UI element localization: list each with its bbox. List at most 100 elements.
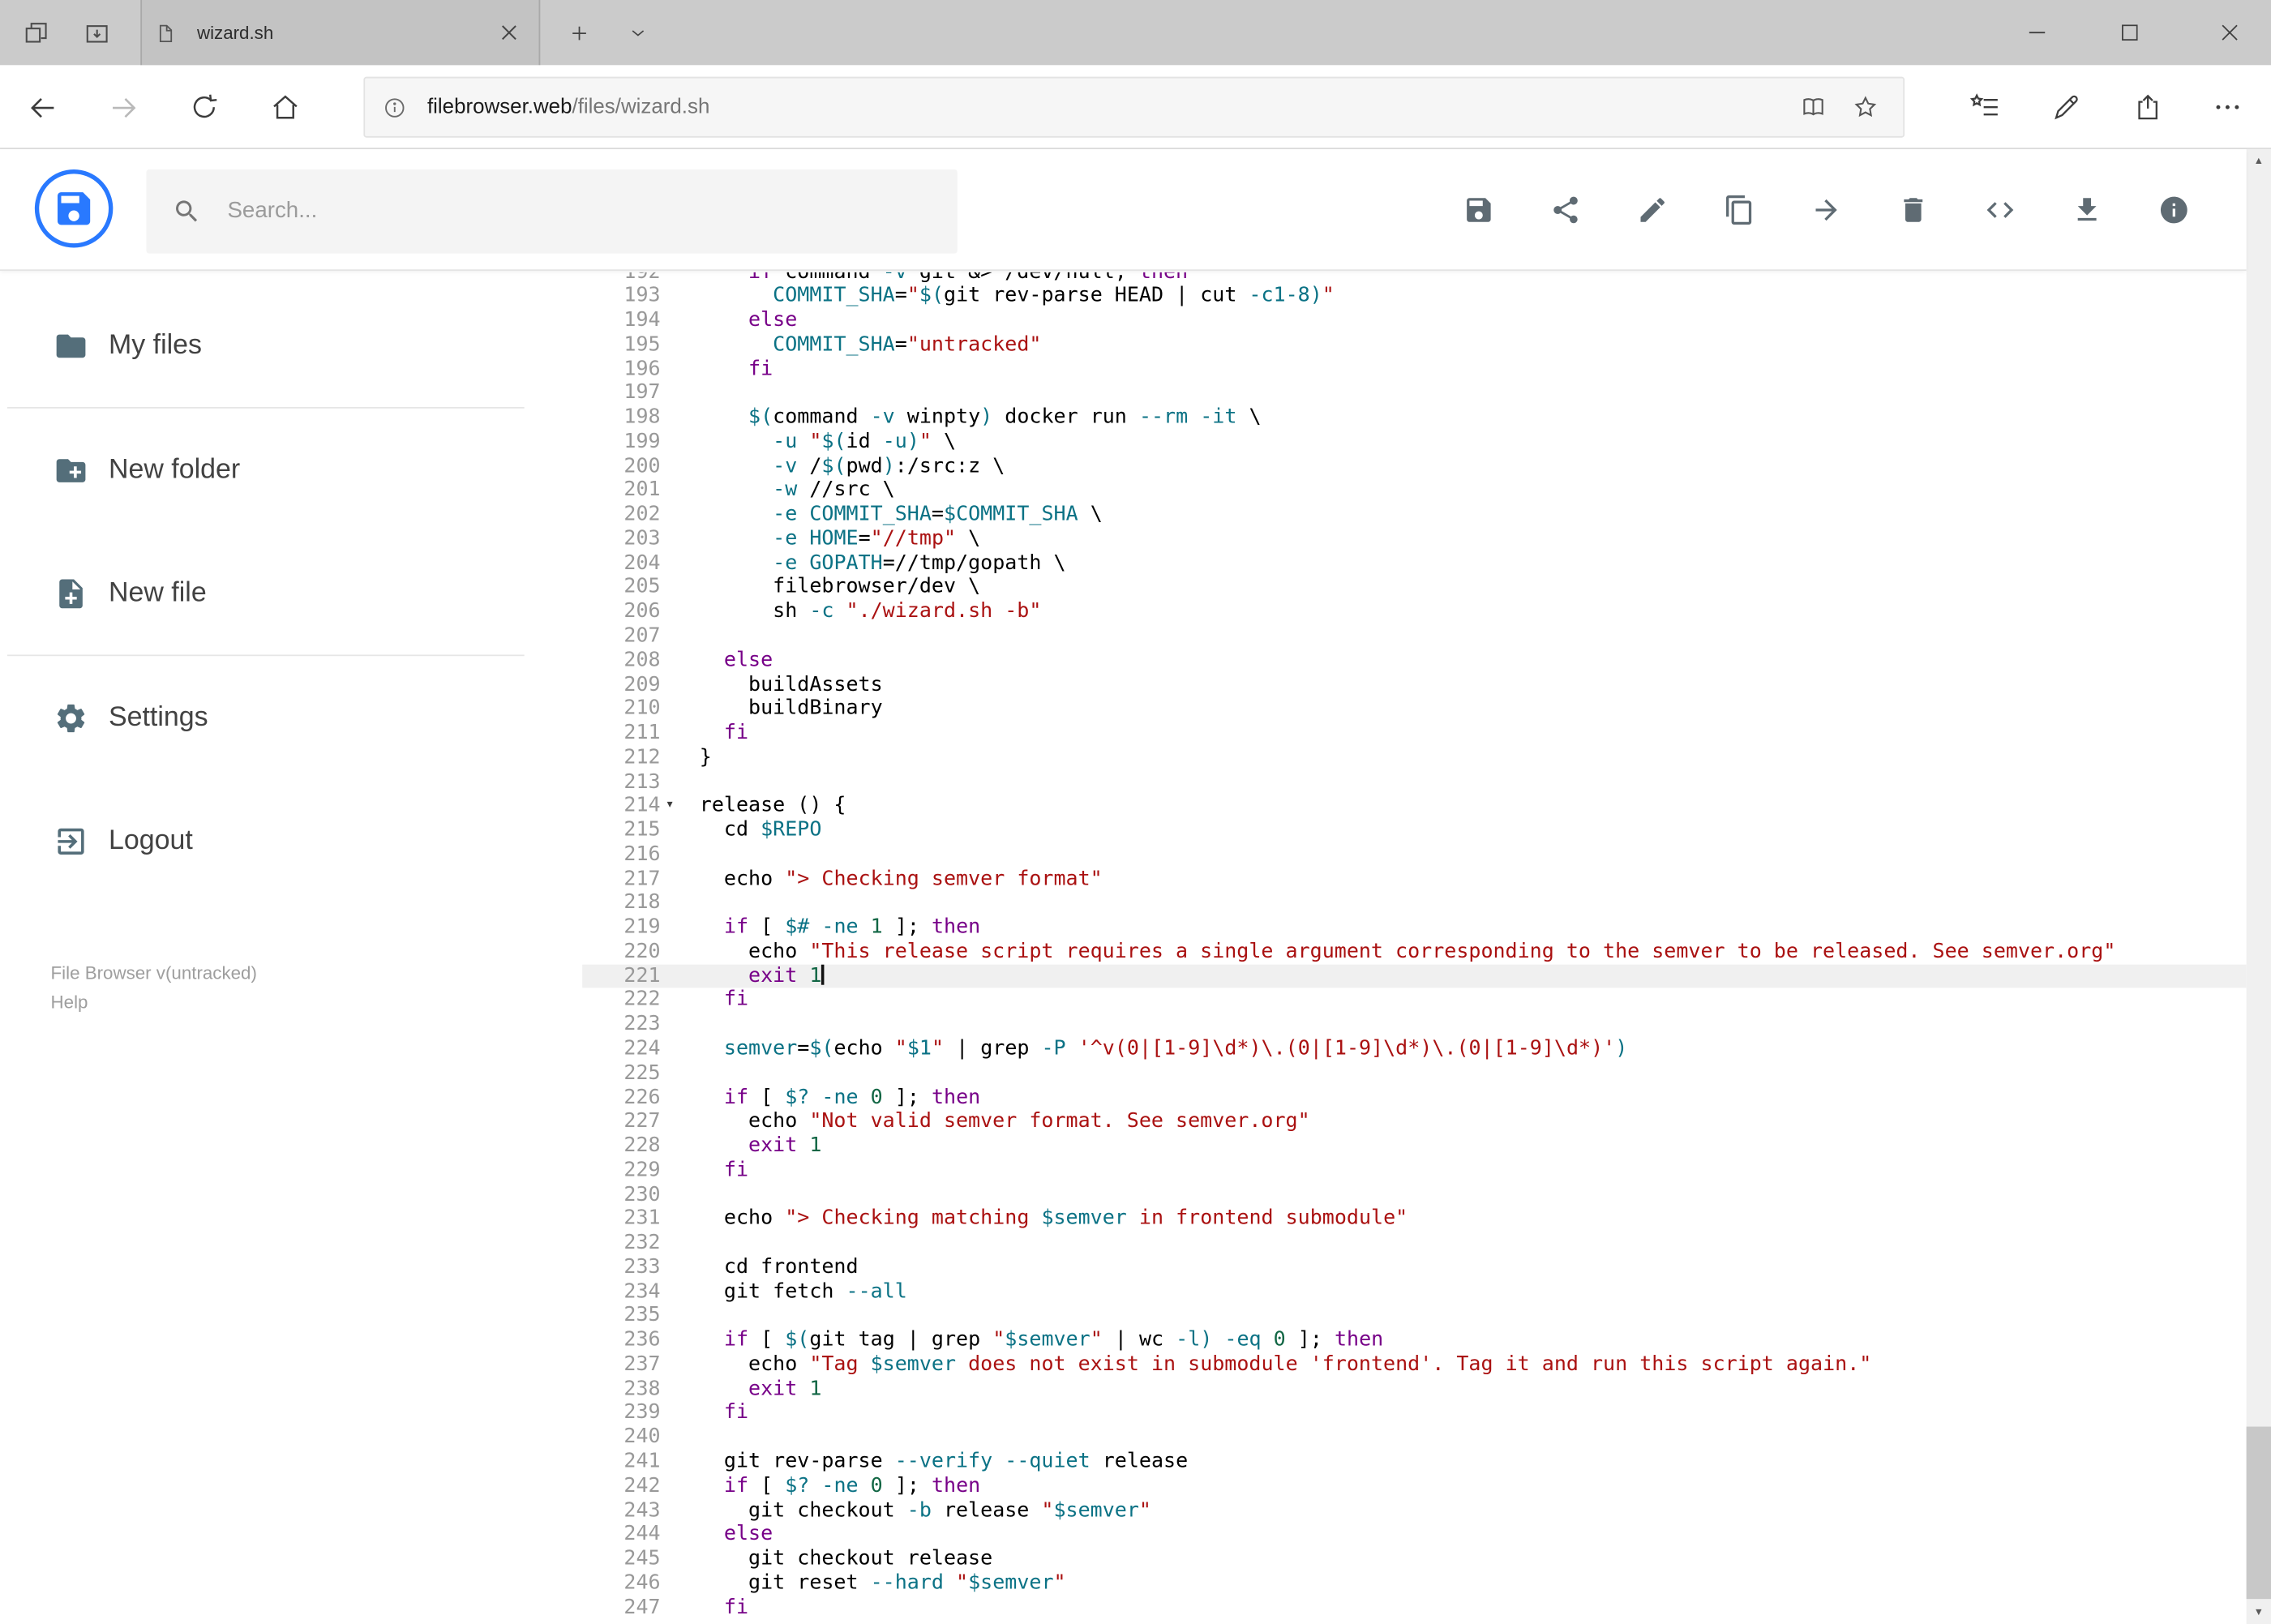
fold-widget[interactable]: ▾ xyxy=(661,795,679,819)
fold-widget xyxy=(661,1352,679,1377)
code-line: 192 if command -v git &> /dev/null; then xyxy=(582,272,2247,285)
code-line: 224 semver=$(echo "$1" | grep -P '^v(0|[… xyxy=(582,1037,2247,1061)
version-text: File Browser v(untracked) xyxy=(50,962,257,983)
hub-icon[interactable] xyxy=(1960,81,2012,133)
scroll-thumb[interactable] xyxy=(2246,1426,2271,1600)
code-text: echo "Not valid semver format. See semve… xyxy=(699,1109,1310,1133)
back-button[interactable] xyxy=(16,81,68,133)
code-line: 203 -e HOME="//tmp" \ xyxy=(582,527,2247,551)
download-button[interactable] xyxy=(2058,181,2115,238)
scroll-up-arrow[interactable]: ▲ xyxy=(2247,149,2271,174)
fold-widget xyxy=(661,1232,679,1256)
maximize-button[interactable] xyxy=(2096,0,2162,65)
code-line: 230 xyxy=(582,1183,2247,1207)
line-number: 209 xyxy=(623,672,661,696)
search-bar[interactable] xyxy=(146,169,958,254)
line-number: 243 xyxy=(623,1498,661,1522)
line-number: 222 xyxy=(623,988,661,1012)
code-text: git reset --hard "$semver" xyxy=(699,1570,1066,1595)
sidebar-item-new-folder[interactable]: New folder xyxy=(0,409,582,532)
fold-widget xyxy=(661,915,679,940)
minimize-button[interactable] xyxy=(2003,0,2070,65)
code-text: -w //src \ xyxy=(773,478,895,502)
edit-button[interactable] xyxy=(1624,181,1682,238)
code-line: 244 else xyxy=(582,1523,2247,1547)
code-text: git checkout release xyxy=(699,1546,993,1570)
code-text: -u "$(id -u)" \ xyxy=(773,430,957,453)
code-line: 227 echo "Not valid semver format. See s… xyxy=(582,1110,2247,1134)
copy-button[interactable] xyxy=(1711,181,1768,238)
line-number: 216 xyxy=(623,842,661,867)
code-text: } xyxy=(699,745,712,769)
code-line: 218 xyxy=(582,891,2247,915)
forward-button[interactable] xyxy=(97,81,149,133)
line-number: 207 xyxy=(623,623,661,648)
fold-widget xyxy=(661,1474,679,1498)
fold-widget xyxy=(661,527,679,551)
raw-code-button[interactable] xyxy=(1971,181,2029,238)
code-line: 226 if [ $? -ne 0 ]; then xyxy=(582,1086,2247,1110)
refresh-button[interactable] xyxy=(178,81,230,133)
fold-widget xyxy=(661,1401,679,1425)
move-icon xyxy=(1815,199,1837,221)
line-number: 237 xyxy=(623,1352,661,1376)
sidebar-item-new-file[interactable]: New file xyxy=(0,532,582,655)
code-text: fi xyxy=(723,1595,749,1619)
info-button[interactable] xyxy=(2145,181,2203,238)
search-input[interactable] xyxy=(227,198,932,225)
more-options-icon[interactable] xyxy=(2201,81,2253,133)
code-text: -v /$(pwd):/src:z \ xyxy=(773,454,1005,478)
sidebar-item-label: New file xyxy=(108,576,207,608)
home-button[interactable] xyxy=(259,81,311,133)
tab-close-icon[interactable] xyxy=(490,14,527,51)
fold-widget xyxy=(661,722,679,746)
fold-widget xyxy=(661,988,679,1013)
line-number: 215 xyxy=(623,818,661,842)
save-button[interactable] xyxy=(1450,181,1507,238)
line-number: 239 xyxy=(623,1401,661,1425)
fold-widget xyxy=(661,842,679,867)
line-number: 229 xyxy=(623,1158,661,1182)
line-number: 206 xyxy=(623,599,661,623)
move-button[interactable] xyxy=(1798,181,1855,238)
sidebar-item-my-files[interactable]: My files xyxy=(0,284,582,407)
fold-widget xyxy=(661,1207,679,1232)
share-button[interactable] xyxy=(1536,181,1594,238)
browser-tab[interactable]: wizard.sh xyxy=(140,0,541,66)
line-number: 195 xyxy=(623,332,661,357)
tab-preview-chevron-icon[interactable] xyxy=(614,0,660,65)
share-icon[interactable] xyxy=(2122,81,2174,133)
fold-widget xyxy=(661,478,679,503)
web-notes-icon[interactable] xyxy=(2041,81,2093,133)
line-number: 213 xyxy=(623,769,661,794)
code-line: 234 git fetch --all xyxy=(582,1280,2247,1305)
info-icon xyxy=(2160,196,2187,224)
tabs-aside-icon[interactable] xyxy=(9,0,64,65)
code-text: fi xyxy=(723,1158,749,1182)
sidebar-item-logout[interactable]: Logout xyxy=(0,779,582,902)
fold-widget xyxy=(661,1571,679,1596)
toolbar-actions xyxy=(1450,149,2203,271)
code-line: 208 else xyxy=(582,649,2247,673)
set-tabs-aside-icon[interactable] xyxy=(70,0,125,65)
line-number: 208 xyxy=(623,648,661,672)
address-field[interactable]: filebrowser.web/files/wizard.sh xyxy=(363,76,1905,138)
code-editor[interactable]: 192 if command -v git &> /dev/null; then… xyxy=(582,272,2247,1624)
line-number: 200 xyxy=(623,454,661,478)
reading-view-icon[interactable] xyxy=(1787,81,1839,133)
search-icon xyxy=(173,197,202,226)
delete-button[interactable] xyxy=(1884,181,1942,238)
scroll-down-arrow[interactable]: ▼ xyxy=(2247,1600,2271,1624)
fold-widget xyxy=(661,818,679,842)
filebrowser-logo[interactable] xyxy=(34,169,114,248)
sidebar-footer: File Browser v(untracked) Help xyxy=(51,959,257,1017)
help-link[interactable]: Help xyxy=(51,988,88,1017)
favorite-star-icon[interactable] xyxy=(1840,81,1892,133)
site-info-icon[interactable] xyxy=(383,95,407,119)
fold-widget xyxy=(661,867,679,891)
sidebar-item-settings[interactable]: Settings xyxy=(0,656,582,779)
code-line: 210 buildBinary xyxy=(582,697,2247,722)
page-scrollbar[interactable]: ▲ ▼ xyxy=(2246,148,2271,1624)
close-button[interactable] xyxy=(2188,0,2271,65)
new-tab-button[interactable] xyxy=(555,0,604,65)
